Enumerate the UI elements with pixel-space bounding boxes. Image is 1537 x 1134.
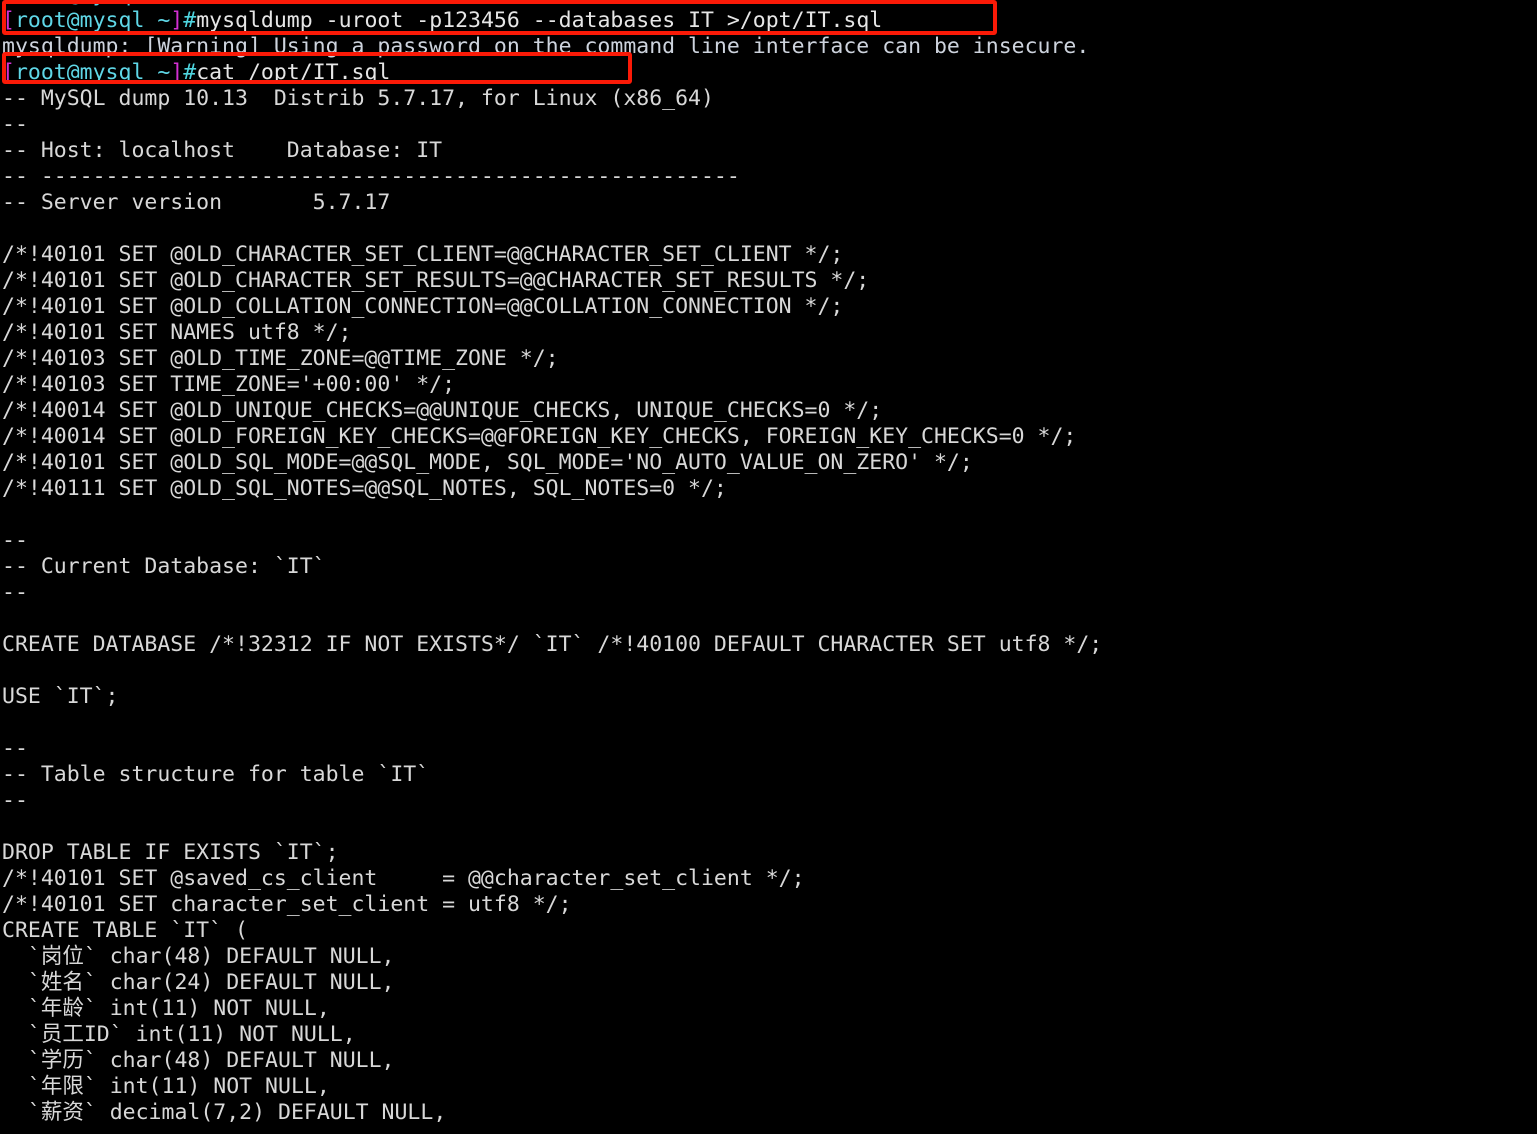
- output-line: -- Table structure for table `IT`: [2, 762, 430, 787]
- prompt-close-bracket: ]: [170, 0, 183, 7]
- output-line: --: [2, 580, 28, 605]
- prompt-close-bracket: ]: [170, 60, 184, 85]
- prompt-hash: #: [183, 0, 196, 7]
- output-line: DROP TABLE IF EXISTS `IT`;: [2, 840, 339, 865]
- output-line: `年龄` int(11) NOT NULL,: [2, 996, 330, 1021]
- output-line: -- Host: localhost Database: IT: [2, 138, 443, 163]
- prompt-hash: #: [183, 60, 197, 85]
- prompt-user-host: root@mysql ~: [14, 60, 171, 85]
- output-line: /*!40014 SET @OLD_FOREIGN_KEY_CHECKS=@@F…: [2, 424, 1077, 449]
- prompt-open-bracket: [: [2, 60, 15, 85]
- mysqldump-warning-line: mysqldump: [Warning] Using a password on…: [2, 34, 1090, 59]
- sql-dump-output: -- MySQL dump 10.13 Distrib 5.7.17, for …: [0, 86, 1537, 1126]
- output-line: /*!40101 SET @OLD_COLLATION_CONNECTION=@…: [2, 294, 844, 319]
- output-blank-line: [0, 710, 1537, 736]
- output-line: --: [2, 736, 28, 761]
- command-line-cat[interactable]: [root@mysql ~]#cat /opt/IT.sql: [0, 60, 1537, 86]
- output-line: CREATE TABLE `IT` (: [2, 918, 248, 943]
- output-line: --: [2, 788, 28, 813]
- output-line: -- -------------------------------------…: [2, 164, 740, 189]
- output-line: /*!40101 SET NAMES utf8 */;: [2, 320, 352, 345]
- output-line: /*!40101 SET @OLD_SQL_MODE=@@SQL_MODE, S…: [2, 450, 973, 475]
- output-line: -- Server version 5.7.17: [2, 190, 391, 215]
- terminal-screen: [root@mysql ~]# [root@mysql ~]#mysqldump…: [0, 0, 1537, 1126]
- prompt-user-host: root@mysql ~: [14, 8, 171, 33]
- output-line: --: [2, 112, 28, 137]
- output-line: -- MySQL dump 10.13 Distrib 5.7.17, for …: [2, 86, 714, 111]
- output-line: `薪资` decimal(7,2) DEFAULT NULL,: [2, 1100, 447, 1125]
- output-line: --: [2, 528, 28, 553]
- output-blank-line: [0, 216, 1537, 242]
- output-line: /*!40111 SET @OLD_SQL_NOTES=@@SQL_NOTES,…: [2, 476, 727, 501]
- prompt-user-host: root@mysql ~: [15, 0, 170, 7]
- output-blank-line: [0, 814, 1537, 840]
- prompt-open-bracket: [: [2, 0, 15, 7]
- output-line: /*!40101 SET character_set_client = utf8…: [2, 892, 572, 917]
- output-line: CREATE DATABASE /*!32312 IF NOT EXISTS*/…: [2, 632, 1103, 657]
- output-line: `学历` char(48) DEFAULT NULL,: [2, 1048, 395, 1073]
- output-blank-line: [0, 658, 1537, 684]
- output-line: `姓名` char(24) DEFAULT NULL,: [2, 970, 395, 995]
- prompt-hash: #: [183, 8, 197, 33]
- prompt-open-bracket: [: [2, 8, 15, 33]
- output-line: /*!40014 SET @OLD_UNIQUE_CHECKS=@@UNIQUE…: [2, 398, 883, 423]
- output-line: -- Current Database: `IT`: [2, 554, 326, 579]
- output-blank-line: [0, 606, 1537, 632]
- cat-command-text: cat /opt/IT.sql: [196, 60, 391, 85]
- output-line: `岗位` char(48) DEFAULT NULL,: [2, 944, 395, 969]
- output-line: `年限` int(11) NOT NULL,: [2, 1074, 330, 1099]
- mysqldump-command-text: mysqldump -uroot -p123456 --databases IT…: [196, 8, 883, 33]
- prompt-close-bracket: ]: [170, 8, 184, 33]
- terminal-window[interactable]: [root@mysql ~]# [root@mysql ~]#mysqldump…: [0, 0, 1537, 1134]
- output-line: /*!40101 SET @OLD_CHARACTER_SET_CLIENT=@…: [2, 242, 844, 267]
- output-blank-line: [0, 502, 1537, 528]
- output-line: /*!40103 SET @OLD_TIME_ZONE=@@TIME_ZONE …: [2, 346, 559, 371]
- output-line: `员工ID` int(11) NOT NULL,: [2, 1022, 356, 1047]
- command-line-mysqldump[interactable]: [root@mysql ~]#mysqldump -uroot -p123456…: [0, 8, 1537, 34]
- output-line: /*!40101 SET @OLD_CHARACTER_SET_RESULTS=…: [2, 268, 870, 293]
- output-line: /*!40101 SET @saved_cs_client = @@charac…: [2, 866, 805, 891]
- output-line: USE `IT`;: [2, 684, 119, 709]
- output-line: /*!40103 SET TIME_ZONE='+00:00' */;: [2, 372, 456, 397]
- previous-prompt-line-sliver: [root@mysql ~]#: [0, 0, 1537, 8]
